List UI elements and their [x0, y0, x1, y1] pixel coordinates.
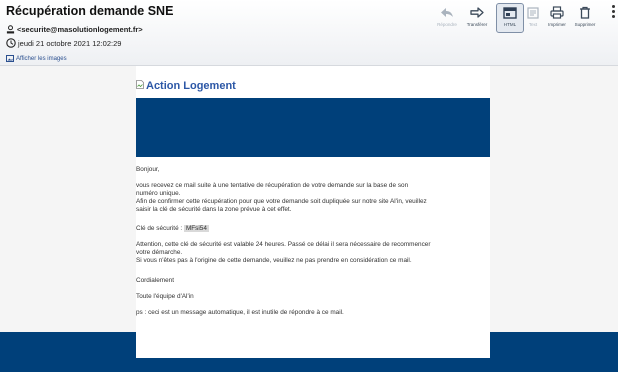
sender-row: <securite@masolutionlogement.fr> [6, 25, 143, 34]
closing: Cordialement [136, 277, 175, 284]
warning-line-3: Si vous n'êtes pas à l'origine de cette … [136, 257, 412, 264]
user-icon [6, 25, 15, 34]
postscript: ps : ceci est un message automatique, il… [136, 309, 344, 316]
sender-address[interactable]: <securite@masolutionlogement.fr> [17, 25, 143, 34]
security-key-value[interactable]: MFsi54 [183, 225, 209, 232]
reply-button[interactable]: Répondre [430, 4, 464, 27]
footer-block [136, 332, 490, 358]
show-images-label: Afficher les images [16, 55, 67, 62]
date-row: jeudi 21 octobre 2021 12:02:29 [6, 38, 121, 48]
logo-alt-text: Action Logement [146, 80, 236, 92]
greeting: Bonjour, [136, 166, 160, 173]
forward-icon [470, 7, 484, 19]
trash-icon [579, 6, 591, 20]
banner-block [136, 98, 490, 157]
reply-label: Répondre [437, 22, 457, 27]
intro-line-1: vous recevez ce mail suite à une tentati… [136, 182, 409, 189]
text-view-icon [527, 6, 539, 20]
security-key-label: Clé de sécurité : [136, 225, 184, 232]
reply-icon [440, 7, 454, 19]
forward-button[interactable]: Transférer [460, 4, 494, 27]
message-header: Récupération demande SNE <securite@masol… [0, 0, 618, 66]
action-logement-logo: Action Logement [136, 80, 236, 92]
message-body-area: Action Logement Bonjour, vous recevez ce… [0, 66, 618, 372]
more-options-icon[interactable] [612, 5, 615, 20]
email-content: Action Logement Bonjour, vous recevez ce… [136, 66, 490, 372]
warning-line-2: votre démarche. [136, 249, 183, 256]
intro-line-4: saisir la clé de sécurité dans la zone p… [136, 206, 292, 213]
broken-image-icon [136, 80, 144, 92]
security-key-line: Clé de sécurité : MFsi54 [136, 225, 490, 233]
text-view-label: Text [528, 22, 538, 27]
message-date: jeudi 21 octobre 2021 12:02:29 [18, 38, 122, 48]
forward-label: Transférer [466, 22, 488, 27]
intro-line-2: numéro unique. [136, 190, 181, 197]
show-images-link[interactable]: Afficher les images [6, 55, 67, 62]
paragraph-warning: Attention, cette clé de sécurité est val… [136, 241, 490, 265]
html-view-label: HTML [503, 22, 517, 27]
intro-line-3: Afin de confirmer cette récupération pou… [136, 198, 427, 205]
clock-icon [6, 38, 16, 48]
html-view-icon [503, 6, 517, 20]
print-label: Imprimer [548, 22, 566, 27]
delete-label: Supprimer [574, 22, 596, 27]
printer-icon [550, 6, 564, 20]
team-signature: Toute l'équipe d'Al'in [136, 293, 194, 300]
delete-button[interactable]: Supprimer [568, 4, 602, 27]
paragraph-intro: vous recevez ce mail suite à une tentati… [136, 182, 490, 214]
warning-line-1: Attention, cette clé de sécurité est val… [136, 241, 431, 248]
image-icon [6, 55, 14, 62]
message-subject: Récupération demande SNE [6, 4, 174, 18]
